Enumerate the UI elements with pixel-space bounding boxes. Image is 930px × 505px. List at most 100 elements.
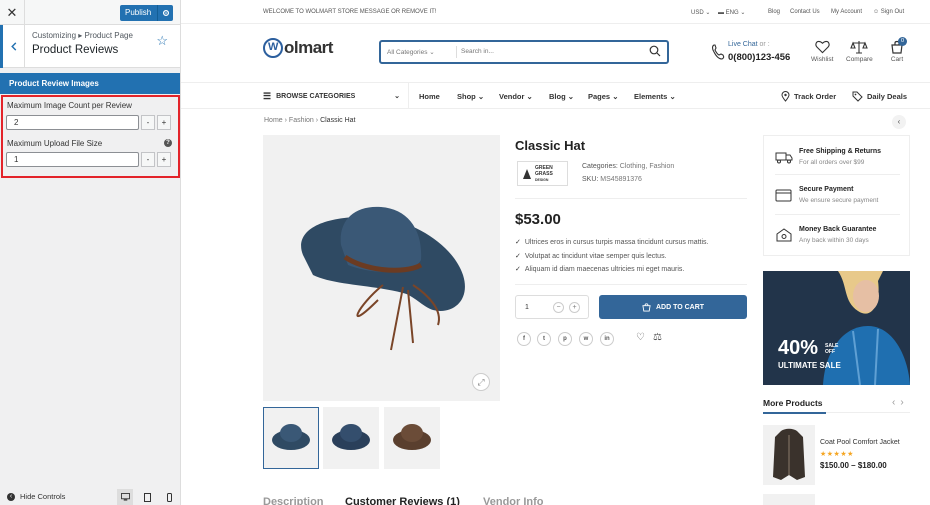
nav-item-pages-label: Pages xyxy=(588,92,611,101)
banner-discount: 40% xyxy=(778,337,819,359)
max-image-count-label: Maximum Image Count per Review xyxy=(7,101,132,110)
currency-select[interactable]: USD ⌄ xyxy=(691,9,710,16)
nav-item-vendor[interactable]: Vendor ⌄ xyxy=(499,92,533,101)
max-upload-size-input[interactable]: 1 xyxy=(6,152,139,167)
max-upload-size-decrement[interactable]: - xyxy=(141,152,155,167)
quantity-value[interactable]: 1 xyxy=(525,304,529,311)
compare-icon[interactable]: ⚖ xyxy=(653,332,662,343)
product-price-range: $150.00 – $180.00 xyxy=(820,461,887,470)
banner-sale-text: ULTIMATE SALE xyxy=(778,361,841,370)
breadcrumb: Home › Fashion › Classic Hat xyxy=(264,117,356,124)
compare-icon xyxy=(850,41,869,54)
nav-item-blog[interactable]: Blog ⌄ xyxy=(549,92,574,101)
service-sub: We ensure secure payment xyxy=(799,197,879,204)
nav-item-elements[interactable]: Elements ⌄ xyxy=(634,92,676,101)
compare-link[interactable]: Compare xyxy=(846,40,873,63)
quantity-minus-button[interactable]: − xyxy=(553,302,564,313)
twitter-icon[interactable]: t xyxy=(537,332,551,346)
truck-icon xyxy=(775,152,793,164)
publish-button[interactable]: Publish xyxy=(120,5,174,21)
max-image-count-decrement[interactable]: - xyxy=(141,115,155,130)
product-name[interactable]: Coat Pool Comfort Jacket xyxy=(820,439,900,446)
feature-item: ✓ Volutpat ac tincidunt vitae semper quis… xyxy=(515,252,667,260)
nav-item-pages[interactable]: Pages ⌄ xyxy=(588,92,618,101)
heart-icon[interactable]: ♡ xyxy=(636,332,645,343)
product-thumbnail[interactable] xyxy=(763,494,815,505)
language-select[interactable]: ▬ ENG ⌄ xyxy=(718,9,745,16)
nav-item-shop[interactable]: Shop ⌄ xyxy=(457,92,484,101)
facebook-icon[interactable]: f xyxy=(517,332,531,346)
thumbnail-2[interactable] xyxy=(323,407,379,469)
live-chat-link[interactable]: Live Chat xyxy=(728,41,758,48)
sale-banner[interactable]: 40% SALE OFF ULTIMATE SALE xyxy=(763,271,910,385)
wishlist-label: Wishlist xyxy=(811,56,834,63)
breadcrumb-current: Classic Hat xyxy=(320,117,356,124)
expand-icon[interactable]: ⤢ xyxy=(472,373,490,391)
tab-description[interactable]: Description xyxy=(263,496,324,505)
jacket-image xyxy=(773,428,805,480)
daily-deals-link[interactable]: Daily Deals xyxy=(852,91,907,102)
hide-controls-button[interactable]: ‹ Hide Controls xyxy=(7,492,65,501)
tablet-preview-icon[interactable] xyxy=(139,489,155,505)
thumbnail-1[interactable] xyxy=(263,407,319,469)
max-image-count-input[interactable]: 2 xyxy=(6,115,139,130)
max-upload-size-increment[interactable]: + xyxy=(157,152,171,167)
brand-line-2: GRASS xyxy=(535,170,553,177)
search-icon[interactable] xyxy=(649,45,661,57)
customizer-header: ✕ Publish xyxy=(0,0,180,25)
desktop-preview-icon[interactable] xyxy=(117,489,133,505)
check-icon: ✓ xyxy=(515,253,521,260)
mobile-preview-icon[interactable] xyxy=(161,489,177,505)
help-icon[interactable]: ? xyxy=(164,139,172,147)
nav-item-home[interactable]: Home xyxy=(419,92,440,101)
quantity-plus-button[interactable]: + xyxy=(569,302,580,313)
compare-label: Compare xyxy=(846,56,873,63)
breadcrumb-home[interactable]: Home xyxy=(264,117,283,124)
topbar-link-blog[interactable]: Blog xyxy=(768,9,780,15)
or-text: or : xyxy=(759,41,770,48)
product-categories: Categories: Clothing, Fashion xyxy=(582,163,674,170)
max-image-count-increment[interactable]: + xyxy=(157,115,171,130)
gear-icon[interactable] xyxy=(157,5,173,21)
site-logo[interactable]: W olmart xyxy=(263,38,333,58)
topbar-link-contact[interactable]: Contact Us xyxy=(790,9,820,15)
product-main-image[interactable]: ⤢ xyxy=(263,135,500,401)
cart-link[interactable]: 0 Cart xyxy=(890,37,907,63)
search-category-label: All Categories xyxy=(387,49,428,56)
categories-value[interactable]: Clothing, Fashion xyxy=(620,163,674,170)
add-to-cart-button[interactable]: ADD TO CART xyxy=(599,295,747,319)
close-icon[interactable]: ✕ xyxy=(0,0,25,25)
live-chat-line: Live Chat or : xyxy=(728,41,770,48)
star-icon[interactable]: ☆ xyxy=(156,33,168,49)
search-category-select[interactable]: All Categories ⌄ xyxy=(387,48,435,56)
tab-vendor-info[interactable]: Vendor Info xyxy=(483,496,544,505)
pinterest-icon[interactable]: p xyxy=(558,332,572,346)
categories-label: Categories: xyxy=(582,163,618,170)
back-arrow-icon[interactable] xyxy=(0,25,25,68)
cart-label: Cart xyxy=(890,56,904,63)
nav-item-shop-label: Shop xyxy=(457,92,476,101)
panel-title: Product Reviews xyxy=(32,44,119,56)
sku-value: MS45891376 xyxy=(600,176,642,183)
menu-icon: ☰ xyxy=(263,90,272,101)
linkedin-icon[interactable]: in xyxy=(600,332,614,346)
product-thumbnail[interactable] xyxy=(763,425,815,485)
topbar-link-account[interactable]: My Account xyxy=(831,9,862,15)
tab-customer-reviews[interactable]: Customer Reviews (1) xyxy=(345,496,460,505)
sign-out-link[interactable]: ☺ Sign Out xyxy=(873,9,904,15)
brand-logo[interactable]: GREEN GRASS DESIGN xyxy=(517,161,568,186)
thumbnail-3[interactable] xyxy=(384,407,440,469)
banner-off: SALE OFF xyxy=(825,343,838,355)
wishlist-link[interactable]: Wishlist xyxy=(811,40,833,63)
carousel-nav[interactable]: ‹› xyxy=(892,397,909,408)
whatsapp-icon[interactable]: w xyxy=(579,332,593,346)
nav-item-vendor-label: Vendor xyxy=(499,92,525,101)
chevron-left-icon[interactable]: ‹ xyxy=(892,115,906,129)
phone-number[interactable]: 0(800)123-456 xyxy=(728,52,790,63)
brand-mark-icon xyxy=(523,168,531,179)
browse-categories-button[interactable]: ☰ BROWSE CATEGORIES ⌄ xyxy=(263,83,409,109)
quantity-stepper[interactable]: 1 − + xyxy=(515,295,589,319)
track-order-link[interactable]: Track Order xyxy=(781,91,836,102)
search-input[interactable]: Search in... xyxy=(461,48,494,55)
breadcrumb-fashion[interactable]: Fashion xyxy=(289,117,314,124)
